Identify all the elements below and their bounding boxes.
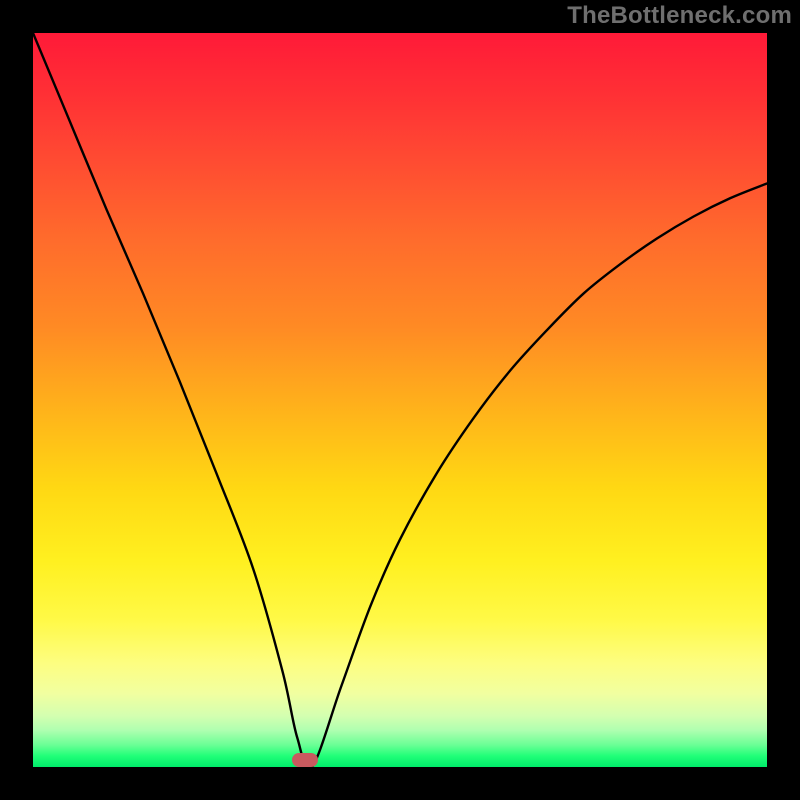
plot-area	[33, 33, 767, 767]
chart-frame: TheBottleneck.com	[0, 0, 800, 800]
optimal-marker	[292, 753, 318, 767]
bottleneck-curve	[33, 33, 767, 767]
watermark-text: TheBottleneck.com	[567, 2, 792, 30]
